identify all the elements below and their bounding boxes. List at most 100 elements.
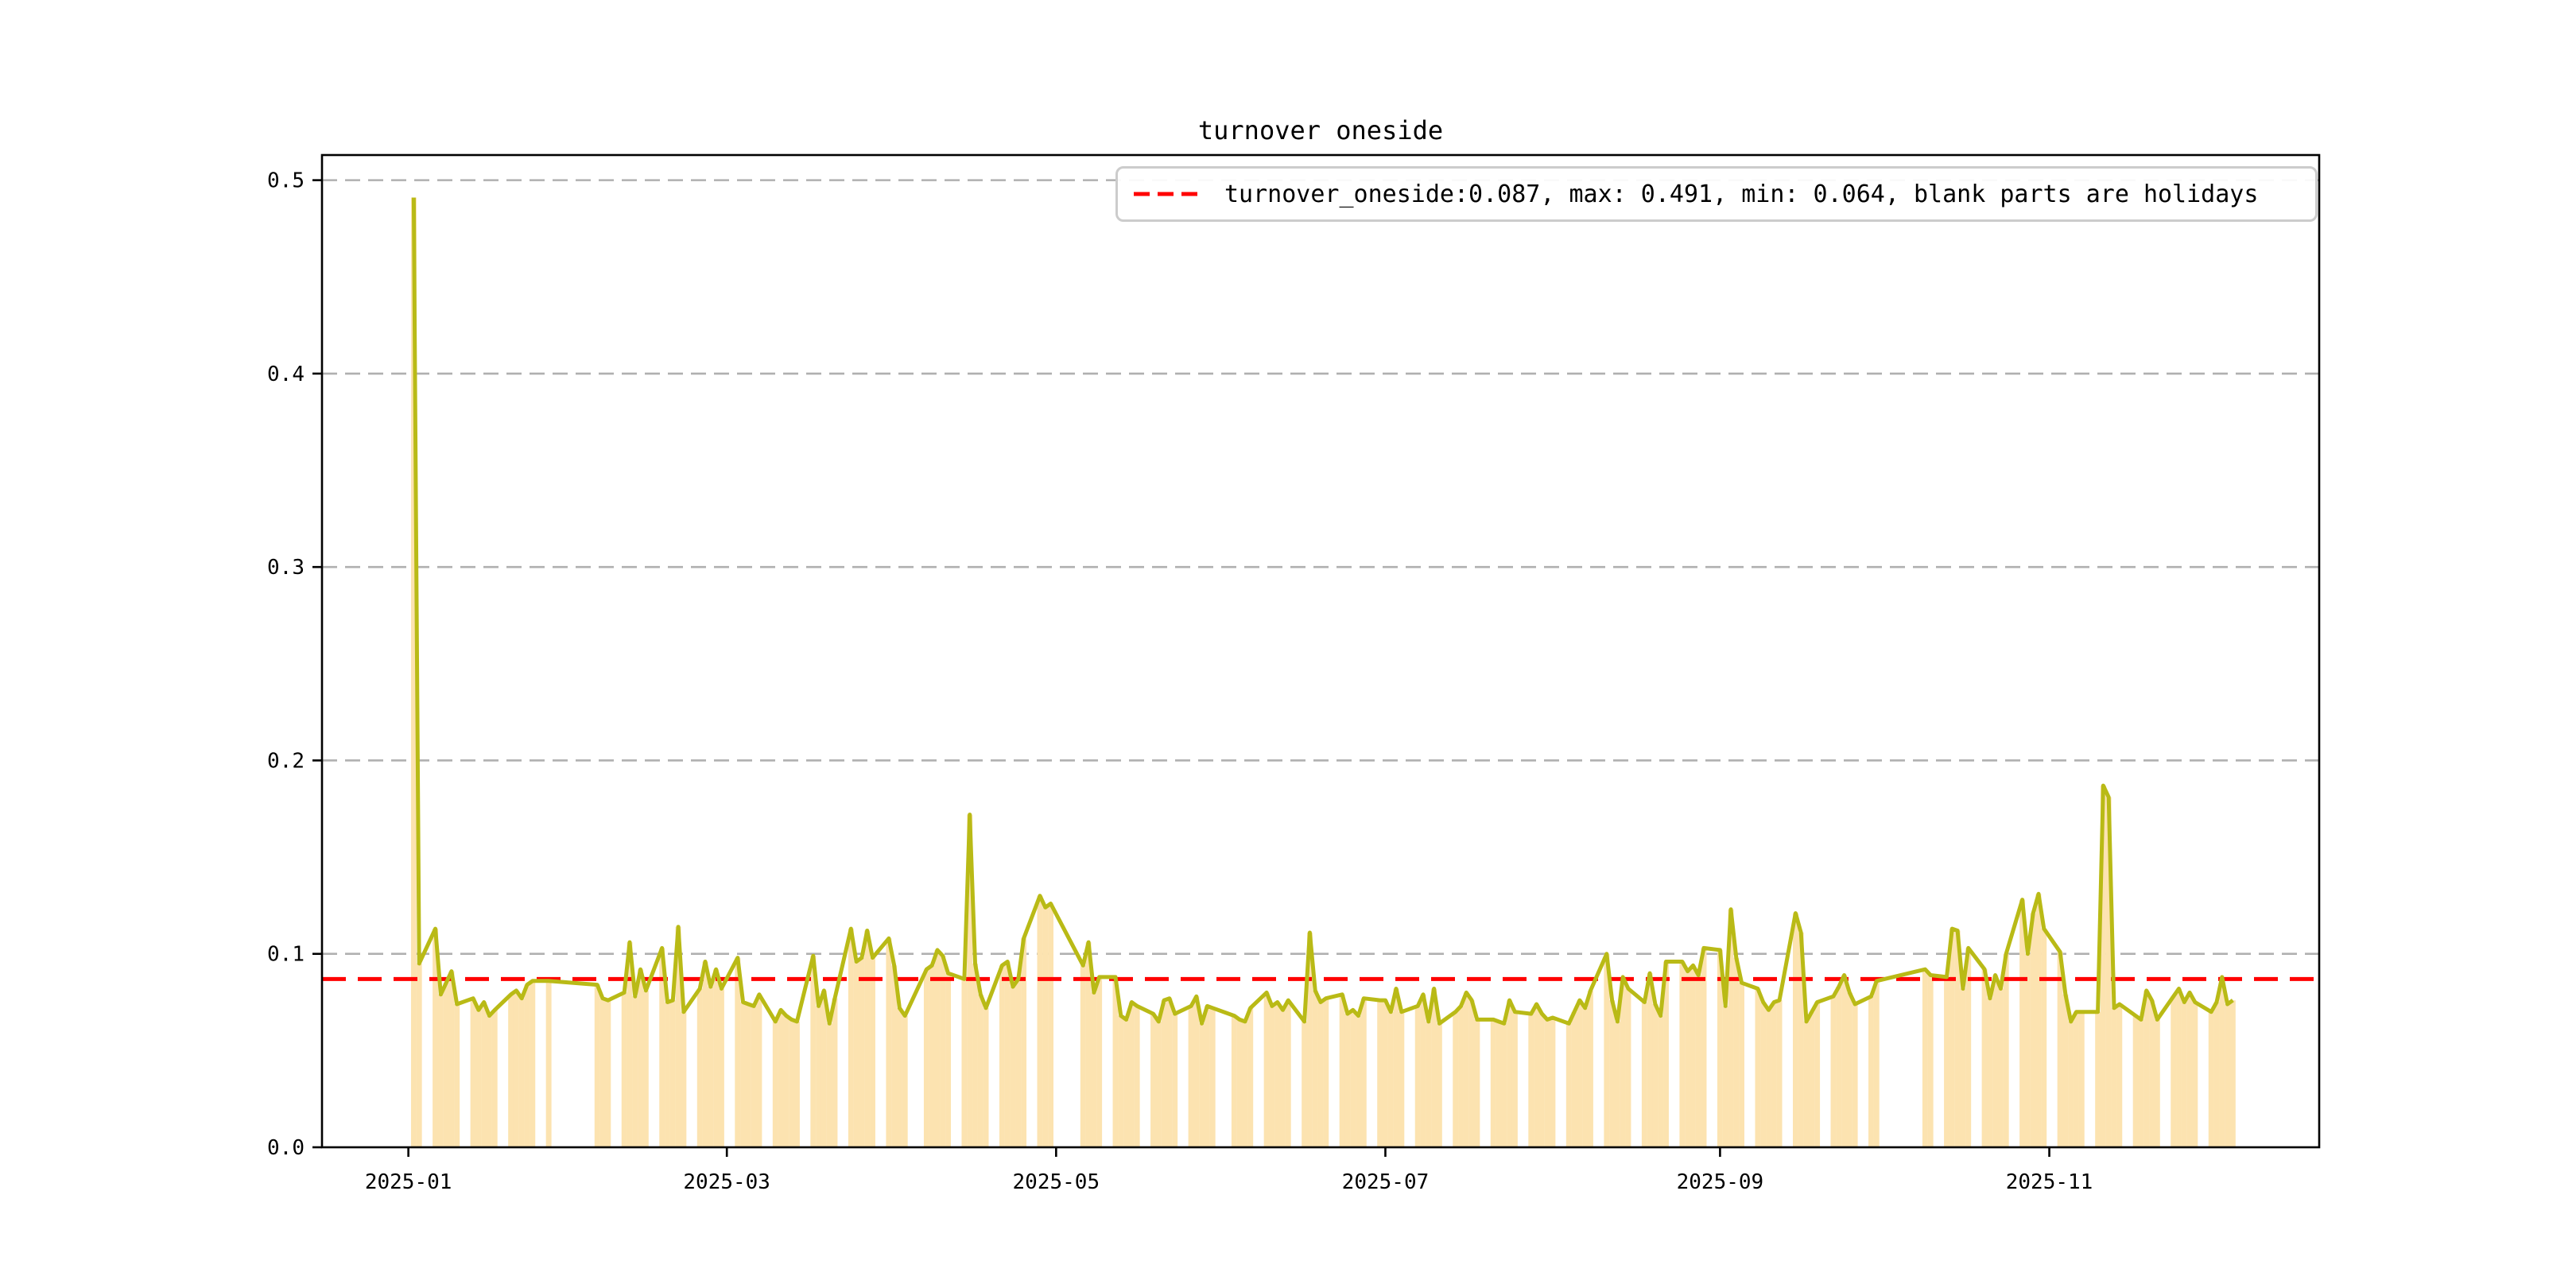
- bar-turnover-day: [2171, 996, 2177, 1147]
- bar-turnover-day: [1242, 1021, 1248, 1147]
- bar-turnover-day: [2062, 994, 2069, 1147]
- y-tick-label: 0.3: [267, 556, 305, 580]
- bar-turnover-day: [1776, 1000, 1783, 1147]
- y-tick-label: 0.5: [267, 169, 305, 193]
- bar-turnover-day: [508, 994, 514, 1147]
- legend: turnover_oneside:0.087, max: 0.491, min:…: [1115, 166, 2318, 222]
- x-tick-label: 2025-05: [1013, 1170, 1100, 1194]
- bar-turnover-day: [1846, 992, 1852, 1147]
- bar-turnover-day: [940, 956, 946, 1147]
- bar-turnover-day: [2116, 1003, 2123, 1147]
- bar-turnover-day: [1199, 1023, 1205, 1147]
- bar-turnover-day: [864, 930, 871, 1147]
- bar-turnover-day: [2041, 929, 2047, 1147]
- bar-turnover-day: [1771, 1002, 1777, 1147]
- bar-turnover-day: [1587, 990, 1593, 1147]
- bar-turnover-day: [1091, 992, 1097, 1147]
- x-tick-label: 2025-11: [2006, 1170, 2093, 1194]
- bar-turnover-day: [740, 1002, 747, 1147]
- bar-turnover-day: [1188, 1006, 1194, 1147]
- bar-turnover-day: [669, 1000, 676, 1147]
- bar-turnover-day: [1609, 1000, 1616, 1147]
- bar-turnover-day: [545, 980, 552, 1147]
- bar-turnover-day: [789, 1019, 795, 1147]
- bar-turnover-day: [2035, 894, 2042, 1147]
- bar-turnover-day: [826, 1023, 832, 1147]
- bar-turnover-day: [1387, 1011, 1394, 1147]
- bar-turnover-day: [778, 1010, 784, 1147]
- y-tick-label: 0.4: [267, 363, 305, 386]
- bar-turnover-day: [1550, 1018, 1556, 1147]
- bar-turnover-day: [1760, 1002, 1767, 1147]
- bar-turnover-day: [1836, 987, 1842, 1147]
- bar-turnover-day: [1150, 1014, 1156, 1147]
- bar-turnover-day: [642, 990, 649, 1147]
- bar-turnover-day: [1339, 994, 1345, 1147]
- bar-turnover-day: [1992, 975, 1999, 1147]
- figure: 0.0 0.1 0.2 0.3 0.4 0.5 2025-01 2025-03 2025-05 2…: [0, 0, 2576, 1288]
- bar-turnover-day: [2225, 1003, 2231, 1147]
- bar-turnover-day: [702, 961, 708, 1147]
- bar-turnover-day: [1193, 996, 1200, 1147]
- bar-turnover-day: [1501, 1023, 1507, 1147]
- bar-turnover-day: [1685, 971, 1691, 1147]
- x-tick-label: 2025-03: [683, 1170, 770, 1194]
- bar-turnover-day: [475, 1010, 482, 1147]
- bar-turnover-day: [1679, 961, 1686, 1147]
- bar-turnover-day: [416, 963, 422, 1147]
- bar-turnover-day: [1538, 1014, 1545, 1147]
- bar-turnover-day: [816, 1006, 822, 1147]
- bar-turnover-day: [1231, 1015, 1237, 1147]
- bar-turnover-day: [1830, 996, 1837, 1147]
- bar-turnover-day: [1766, 1010, 1771, 1147]
- bar-turnover-day: [1755, 988, 1761, 1147]
- x-tick-label: 2025-01: [365, 1170, 452, 1194]
- bar-turnover-day: [2078, 1011, 2085, 1147]
- bar-turnover-day: [2132, 1015, 2139, 1147]
- bar-turnover-day: [1814, 1002, 1821, 1147]
- bar-turnover-day: [972, 963, 978, 1147]
- bar-turnover-day: [2186, 992, 2193, 1147]
- bar-turnover-day: [1021, 938, 1027, 1147]
- bar-turnover-day: [999, 965, 1005, 1147]
- bar-turnover-day: [621, 992, 627, 1147]
- chart-title: turnover oneside: [1197, 115, 1444, 145]
- bar-turnover-day: [1393, 988, 1399, 1147]
- bar-turnover-day: [1323, 998, 1329, 1147]
- bar-turnover-day: [793, 1021, 800, 1147]
- bar-turnover-day: [1414, 1006, 1421, 1147]
- y-tick-label: 0.2: [267, 749, 305, 773]
- bar-turnover-day: [783, 1015, 789, 1147]
- bar-turnover-day: [2024, 953, 2031, 1147]
- bar-turnover-day: [1997, 988, 2004, 1147]
- bar-turnover-day: [2095, 1011, 2101, 1147]
- bar-turnover-day: [1528, 1014, 1534, 1147]
- bar-turnover-day: [2192, 1002, 2198, 1147]
- bar-turnover-day: [1436, 1023, 1442, 1147]
- legend-label: turnover_oneside:0.087, max: 0.491, min:…: [1224, 180, 2259, 208]
- bar-turnover-day: [599, 998, 606, 1147]
- bar-turnover-day: [665, 1002, 670, 1147]
- bar-turnover-day: [1161, 1000, 1167, 1147]
- bar-turnover-day: [1312, 990, 1318, 1147]
- bar-turnover-day: [1647, 973, 1653, 1147]
- bar-turnover-day: [1356, 1015, 1361, 1147]
- bar-turnover-day: [1263, 992, 1270, 1147]
- bar-turnover-day: [1496, 1021, 1502, 1147]
- bar-turnover-day: [1209, 1007, 1216, 1147]
- bar-turnover-day: [2138, 1019, 2144, 1147]
- bar-turnover-day: [1004, 961, 1011, 1147]
- bar-turnover-day: [2213, 1002, 2220, 1147]
- bar-turnover-day: [594, 984, 600, 1147]
- bar-turnover-day: [1274, 1002, 1281, 1147]
- bar-turnover-day: [983, 1007, 989, 1147]
- bar-turnover-day: [605, 1000, 611, 1147]
- bar-turnover-day: [1582, 1007, 1589, 1147]
- bar-turnover-day: [448, 971, 455, 1147]
- bar-turnover-day: [443, 983, 449, 1147]
- bar-turnover-day: [1155, 1021, 1162, 1147]
- bar-turnover-day: [638, 969, 644, 1147]
- bar-turnover-day: [2030, 913, 2036, 1147]
- bar-turnover-day: [2208, 1011, 2214, 1147]
- bar-turnover-day: [1565, 1023, 1572, 1147]
